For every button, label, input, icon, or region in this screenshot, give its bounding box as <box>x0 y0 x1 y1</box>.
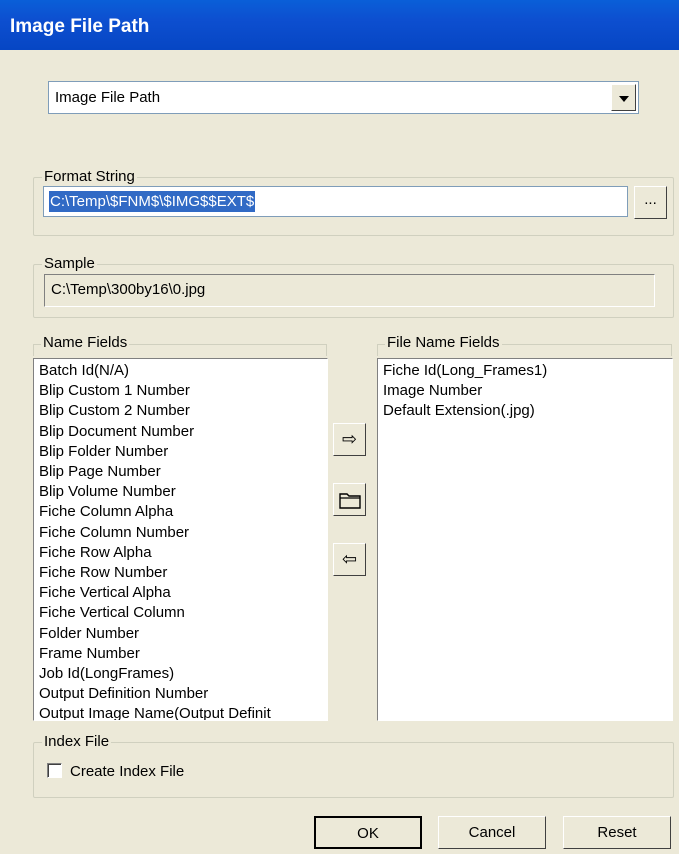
list-item[interactable]: Blip Custom 1 Number <box>39 381 327 401</box>
list-item[interactable]: Default Extension(.jpg) <box>383 401 672 421</box>
create-index-file-checkbox[interactable] <box>47 763 62 778</box>
window-title: Image File Path <box>0 0 679 50</box>
list-item[interactable]: Fiche Vertical Column <box>39 603 327 623</box>
list-item[interactable]: Job Id(LongFrames) <box>39 664 327 684</box>
name-fields-label: Name Fields <box>41 334 130 352</box>
path-type-dropdown[interactable]: Image File Path <box>48 81 639 114</box>
sample-label: Sample <box>42 255 97 273</box>
dropdown-arrow-button[interactable] <box>611 84 636 111</box>
list-item[interactable]: Fiche Row Number <box>39 563 327 583</box>
cancel-button[interactable]: Cancel <box>438 816 546 849</box>
list-item[interactable]: Fiche Vertical Alpha <box>39 583 327 603</box>
browse-button[interactable]: ... <box>634 186 667 219</box>
add-field-button[interactable]: ⇨ <box>333 423 366 456</box>
list-item[interactable]: Folder Number <box>39 624 327 644</box>
list-item[interactable]: Blip Custom 2 Number <box>39 401 327 421</box>
format-string-label: Format String <box>42 168 137 186</box>
list-item[interactable]: Blip Folder Number <box>39 442 327 462</box>
dropdown-selected-value: Image File Path <box>55 89 161 106</box>
list-item[interactable]: Fiche Id(Long_Frames1) <box>383 361 672 381</box>
list-item[interactable]: Image Number <box>383 381 672 401</box>
format-string-value: C:\Temp\$FNM$\$IMG$$EXT$ <box>49 191 256 212</box>
remove-field-button[interactable]: ⇦ <box>333 543 366 576</box>
list-item[interactable]: Blip Page Number <box>39 462 327 482</box>
format-string-input[interactable]: C:\Temp\$FNM$\$IMG$$EXT$ <box>43 186 628 217</box>
file-name-fields-label: File Name Fields <box>385 334 502 352</box>
folder-button[interactable] <box>333 483 366 516</box>
folder-icon <box>338 493 361 509</box>
list-item[interactable]: Output Image Name(Output Definit <box>39 704 327 720</box>
reset-button[interactable]: Reset <box>563 816 671 849</box>
arrow-left-icon: ⇦ <box>341 549 358 569</box>
ok-button[interactable]: OK <box>314 816 422 849</box>
create-index-file-label: Create Index File <box>70 763 185 780</box>
list-item[interactable]: Batch Id(N/A) <box>39 361 327 381</box>
list-item[interactable]: Blip Volume Number <box>39 482 327 502</box>
file-name-fields-list[interactable]: Fiche Id(Long_Frames1) Image Number Defa… <box>377 358 673 721</box>
list-item[interactable]: Fiche Column Number <box>39 523 327 543</box>
list-item[interactable]: Fiche Row Alpha <box>39 543 327 563</box>
list-item[interactable]: Output Definition Number <box>39 684 327 704</box>
index-file-label: Index File <box>42 733 112 751</box>
sample-display: C:\Temp\300by16\0.jpg <box>44 274 655 307</box>
name-fields-list[interactable]: Batch Id(N/A) Blip Custom 1 Number Blip … <box>33 358 328 721</box>
arrow-right-icon: ⇨ <box>341 429 358 449</box>
list-item[interactable]: Blip Document Number <box>39 422 327 442</box>
list-item[interactable]: Frame Number <box>39 644 327 664</box>
chevron-down-icon <box>619 96 629 102</box>
list-item[interactable]: Fiche Column Alpha <box>39 502 327 522</box>
